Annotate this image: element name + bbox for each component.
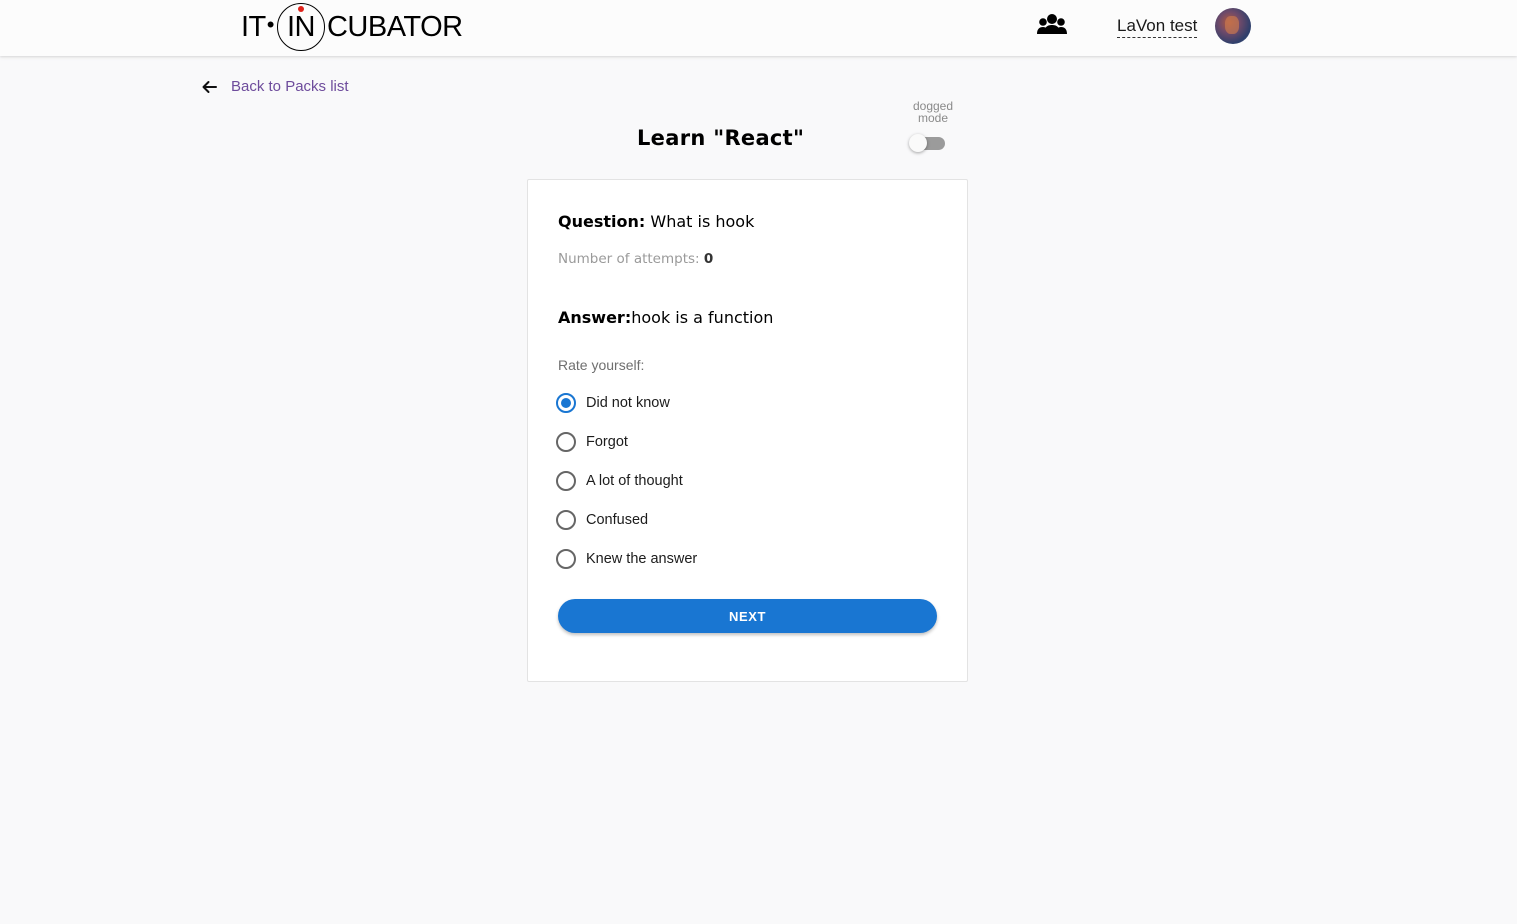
radio-a-lot-of-thought[interactable] (556, 470, 576, 491)
radio-forgot[interactable] (556, 431, 576, 452)
rating-option-confused[interactable]: Confused (556, 500, 697, 539)
logo[interactable]: IT • IN CUBATOR (241, 3, 463, 51)
avatar[interactable] (1215, 8, 1251, 44)
rating-options: Did not know Forgot A lot of thought Con… (556, 383, 697, 578)
users-group-icon[interactable] (1036, 12, 1068, 40)
answer: Answer:hook is a function (558, 308, 773, 327)
dogged-mode-toggle[interactable] (909, 134, 945, 152)
rating-option-label: Confused (586, 511, 649, 528)
app-header: IT • IN CUBATOR LaVon test (0, 0, 1517, 56)
rating-option-knew-the-answer[interactable]: Knew the answer (556, 539, 697, 578)
arrow-left-icon (202, 80, 217, 93)
radio-confused[interactable] (556, 509, 576, 530)
toggle-thumb (909, 134, 927, 152)
dogged-mode-label: dogged mode (900, 100, 966, 124)
attempts-label: Number of attempts: (558, 251, 704, 267)
rating-option-a-lot-of-thought[interactable]: A lot of thought (556, 461, 697, 500)
rating-option-did-not-know[interactable]: Did not know (556, 383, 697, 422)
rate-yourself-label: Rate yourself: (558, 357, 645, 373)
logo-red-dot (297, 6, 304, 12)
logo-text-in: IN (286, 10, 316, 43)
attempts: Number of attempts: 0 (558, 251, 713, 267)
radio-knew-the-answer[interactable] (556, 548, 576, 569)
question: Question: What is hook (558, 212, 754, 231)
question-label: Question: (558, 212, 646, 231)
logo-text-it: IT (241, 10, 266, 43)
logo-ring: IN (276, 3, 325, 51)
next-button[interactable]: NEXT (558, 599, 937, 633)
answer-label: Answer: (558, 308, 632, 327)
radio-did-not-know[interactable] (556, 392, 576, 413)
attempts-value: 0 (703, 251, 714, 267)
back-link-label: Back to Packs list (231, 78, 349, 95)
logo-dot: • (266, 12, 275, 37)
rating-option-forgot[interactable]: Forgot (556, 422, 697, 461)
question-text: What is hook (645, 212, 755, 231)
logo-text-cubator: CUBATOR (326, 10, 463, 43)
page-title: Learn "React" (637, 126, 805, 150)
back-to-packs-link[interactable]: Back to Packs list (201, 78, 349, 95)
user-name-link[interactable]: LaVon test (1117, 16, 1198, 38)
rating-option-label: Knew the answer (586, 550, 698, 567)
rating-option-label: A lot of thought (586, 472, 683, 489)
dogged-mode-label-line2: mode (917, 111, 949, 125)
rating-option-label: Forgot (586, 433, 628, 450)
rating-option-label: Did not know (586, 394, 670, 411)
answer-text: hook is a function (631, 308, 774, 327)
learn-card: Question: What is hook Number of attempt… (527, 179, 968, 682)
